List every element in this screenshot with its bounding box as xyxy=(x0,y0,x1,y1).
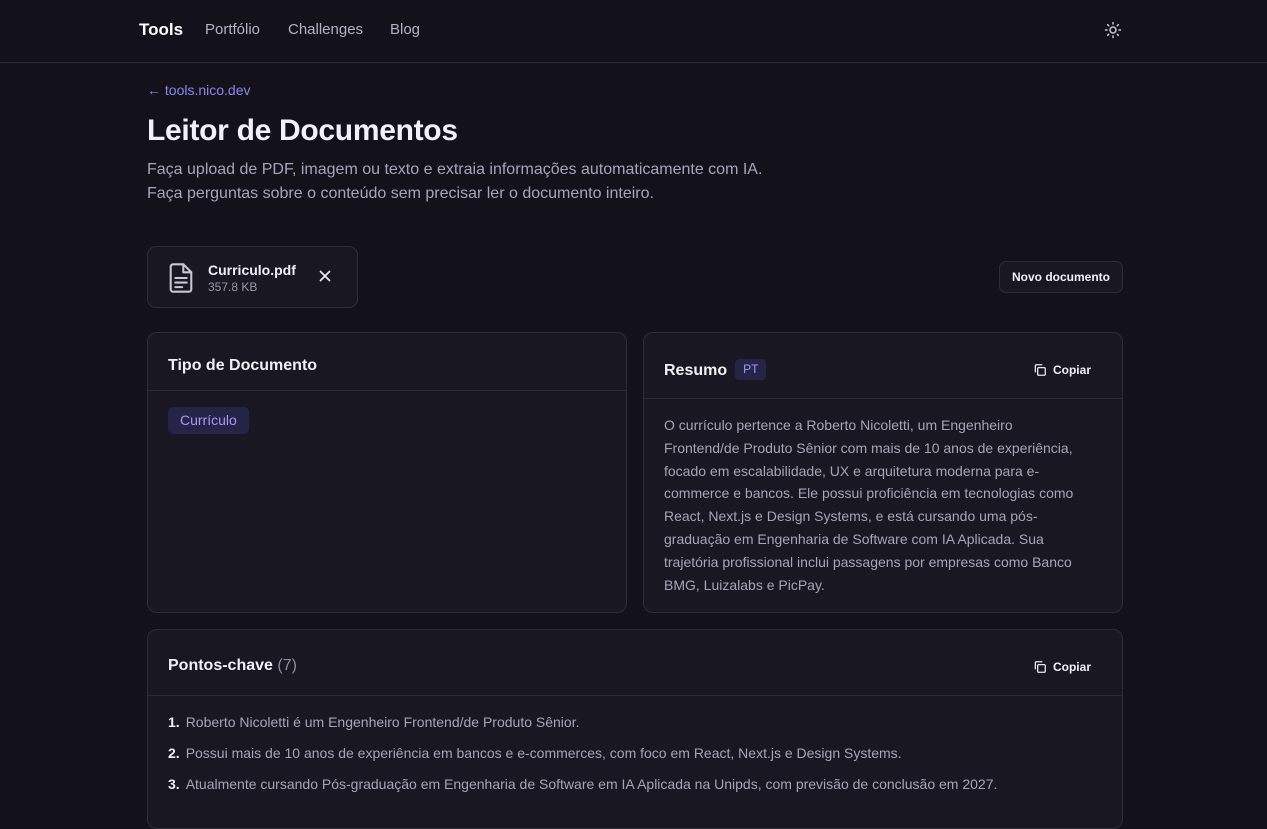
summary-text: O currículo pertence a Roberto Nicoletti… xyxy=(664,414,1106,596)
copy-label: Copiar xyxy=(1052,363,1091,377)
file-size: 357.8 KB xyxy=(208,280,258,294)
close-icon xyxy=(319,270,331,282)
uploaded-file-chip: Curriculo.pdf 357.8 KB xyxy=(147,246,358,308)
summary-line: commerce e bancos. Ele possui proficiênc… xyxy=(664,485,1074,502)
list-item-number: 1. xyxy=(168,714,180,730)
summary-card: Resumo PT Copiar O currículo pertence a R… xyxy=(643,332,1123,613)
theme-toggle-button[interactable] xyxy=(1102,19,1124,41)
language-badge: PT xyxy=(735,359,767,380)
list-item-text: Atualmente cursando Pós-graduação em Eng… xyxy=(185,776,998,792)
key-points-list: 1. Roberto Nicoletti é um Engenheiro Fron… xyxy=(168,713,997,806)
copy-label: Copiar xyxy=(1052,660,1091,674)
card-header: Resumo PT Copiar xyxy=(644,333,1122,399)
list-item-number: 2. xyxy=(168,745,180,761)
key-points-title: Pontos-chave (7) xyxy=(168,657,297,675)
summary-line: BMG, Luizalabs e PicPay. xyxy=(664,576,825,593)
list-item-text: Roberto Nicoletti é um Engenheiro Fronte… xyxy=(185,714,580,730)
file-text-icon xyxy=(169,263,193,293)
sun-icon xyxy=(1104,21,1122,39)
copy-icon xyxy=(1034,364,1046,376)
summary-line: graduação em Engenharia de Software com … xyxy=(664,530,1044,547)
card-header: Pontos-chave (7) Copiar xyxy=(148,630,1122,696)
page-title: Leitor de Documentos xyxy=(147,114,458,147)
nav-link-blog[interactable]: Blog xyxy=(390,21,420,38)
nav-link-challenges[interactable]: Challenges xyxy=(288,21,363,38)
card-header: Tipo de Documento xyxy=(148,333,626,391)
top-navigation: Tools Portfólio Challenges Blog xyxy=(0,0,1267,63)
summary-line: Frontend/de Produto Sênior com mais de 1… xyxy=(664,439,1073,456)
nav-link-portfolio[interactable]: Portfólio xyxy=(205,21,260,38)
summary-title-text: Resumo xyxy=(664,362,728,379)
copy-key-points-button[interactable]: Copiar xyxy=(1033,656,1091,678)
summary-line: O currículo pertence a Roberto Nicoletti… xyxy=(664,417,1013,433)
list-item: 3. Atualmente cursando Pós-graduação em E… xyxy=(168,775,997,806)
key-points-title-text: Pontos-chave xyxy=(168,657,273,674)
summary-line: focado em escalabilidade, UX e arquitetu… xyxy=(664,462,1040,479)
list-item: 2. Possui mais de 10 anos de experiência … xyxy=(168,744,997,775)
new-document-button[interactable]: Novo documento xyxy=(999,261,1123,293)
key-points-card: Pontos-chave (7) Copiar 1. Roberto Nicole… xyxy=(147,629,1123,829)
summary-title: Resumo PT xyxy=(664,359,767,380)
brand-link[interactable]: Tools xyxy=(139,20,183,40)
key-points-count: (7) xyxy=(277,657,297,674)
list-item-number: 3. xyxy=(168,776,180,792)
list-item-text: Possui mais de 10 anos de experiência em… xyxy=(185,745,902,761)
summary-line: React, Next.js e Design Systems, e está … xyxy=(664,508,1038,525)
summary-line: trajetória profissional inclui passagens… xyxy=(664,553,1072,570)
document-type-tag: Currículo xyxy=(168,407,249,434)
document-type-card: Tipo de Documento Currículo xyxy=(147,332,627,613)
page-subtitle-line-1: Faça upload de PDF, imagem ou texto e ex… xyxy=(147,161,763,178)
remove-file-button[interactable] xyxy=(316,267,334,285)
copy-icon xyxy=(1034,661,1046,673)
file-name: Curriculo.pdf xyxy=(208,262,296,278)
page-subtitle-line-2: Faça perguntas sobre o conteúdo sem prec… xyxy=(147,185,654,202)
copy-summary-button[interactable]: Copiar xyxy=(1033,359,1091,381)
document-type-title: Tipo de Documento xyxy=(168,357,318,374)
list-item: 1. Roberto Nicoletti é um Engenheiro Fron… xyxy=(168,713,997,744)
back-link[interactable]: ← tools.nico.dev xyxy=(147,82,251,98)
